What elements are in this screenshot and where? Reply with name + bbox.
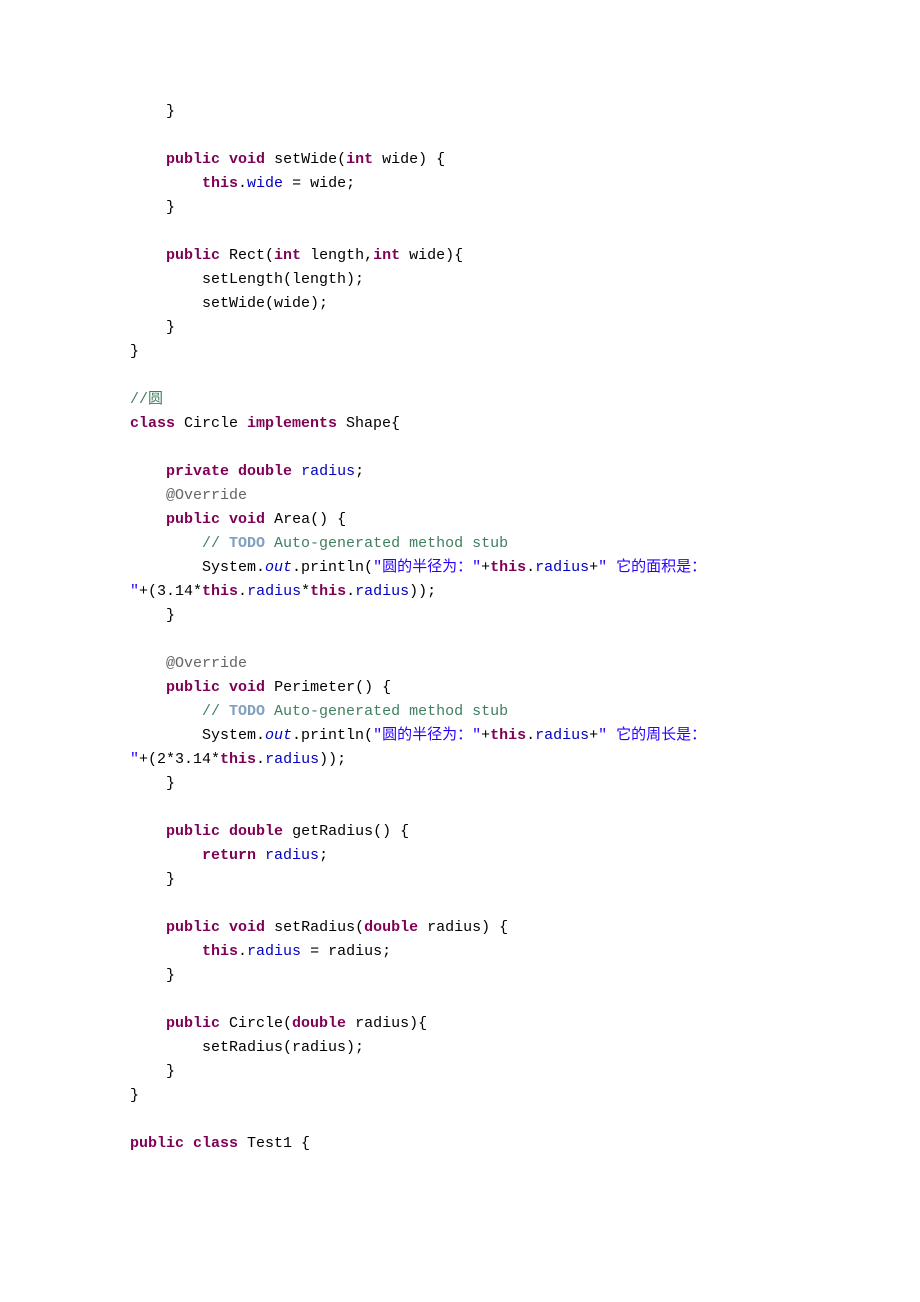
code-line: } — [130, 775, 175, 792]
code-line: } — [130, 607, 175, 624]
code-line: } — [130, 1063, 175, 1080]
code-line: setWide(wide); — [130, 295, 328, 312]
code-block: } public void setWide(int wide) { this.w… — [0, 0, 920, 1216]
code-line: } — [130, 319, 175, 336]
code-line: } — [130, 967, 175, 984]
code-line: } — [130, 1087, 139, 1104]
code-line: } — [130, 343, 139, 360]
code-line: setRadius(radius); — [130, 1039, 364, 1056]
code-line: } — [130, 199, 175, 216]
code-line: } — [130, 871, 175, 888]
code-line: } — [130, 103, 175, 120]
code-line: setLength(length); — [130, 271, 364, 288]
